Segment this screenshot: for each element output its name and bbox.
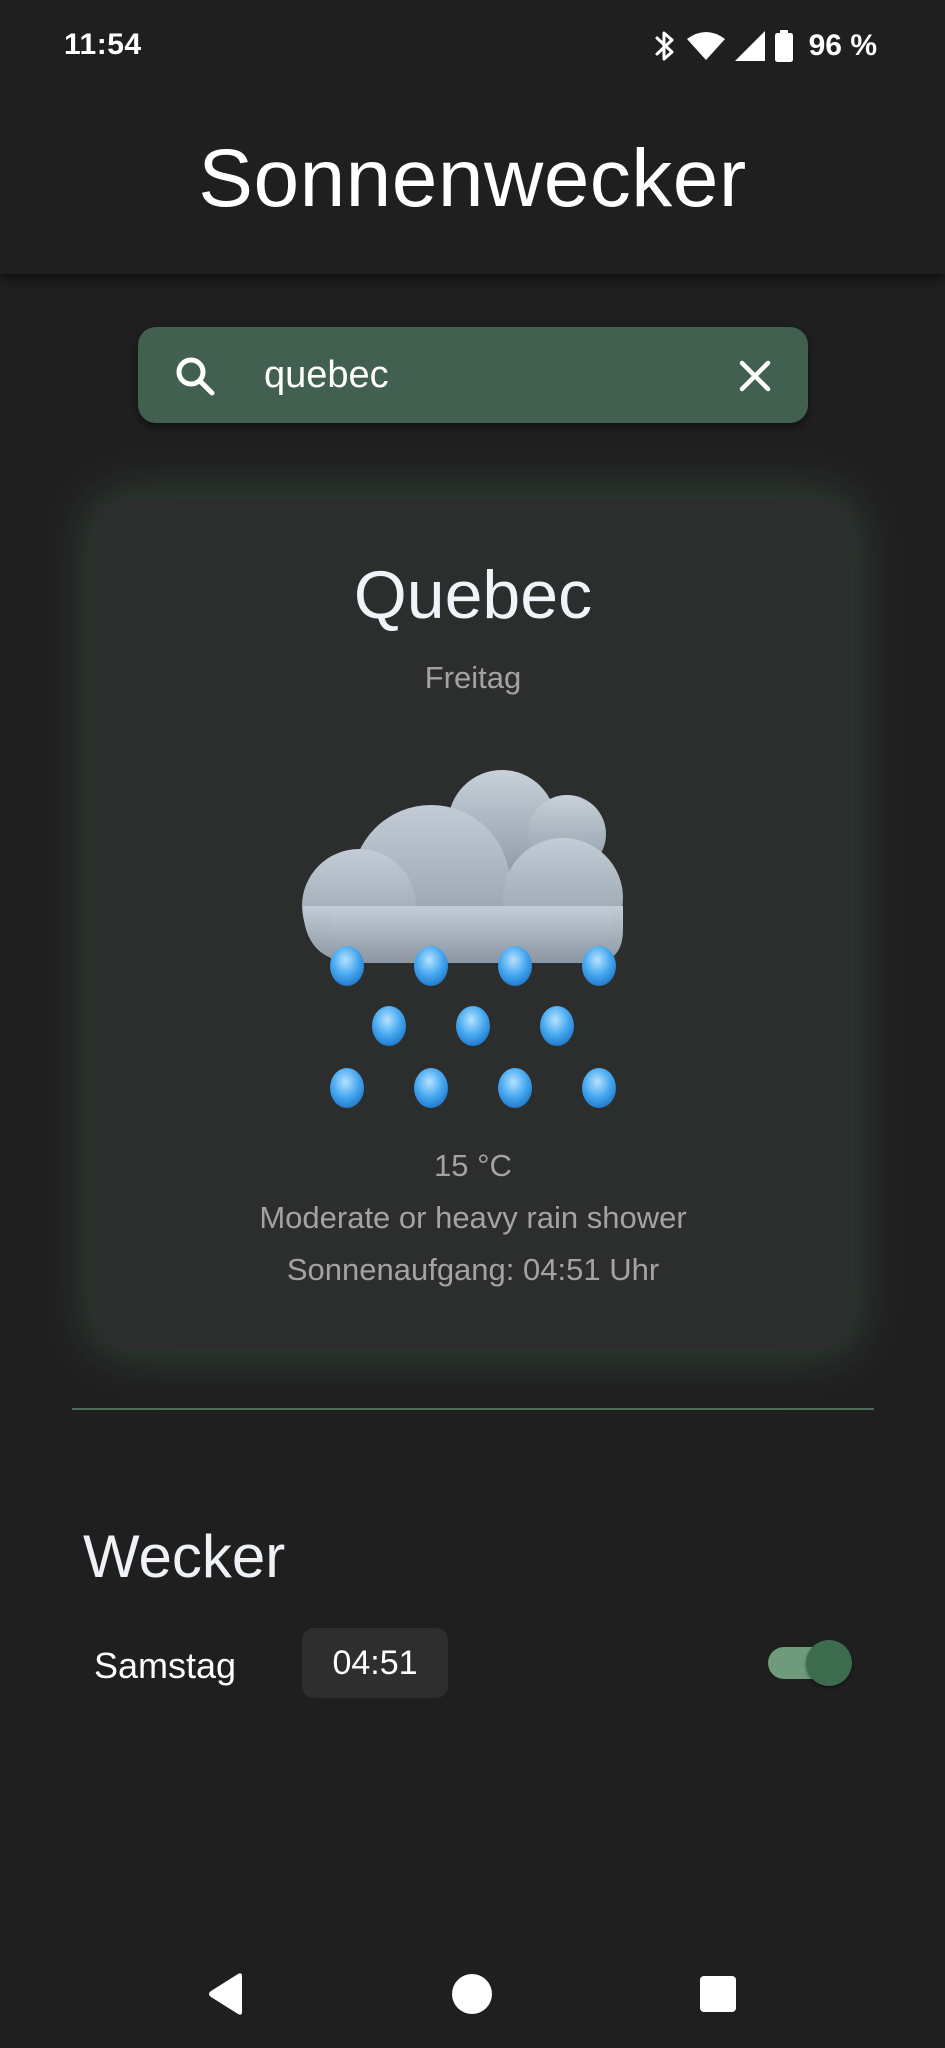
alarm-heading: Wecker	[83, 1523, 286, 1590]
search-input[interactable]	[264, 345, 704, 405]
recents-icon[interactable]	[700, 1976, 736, 2012]
weather-condition: Moderate or heavy rain shower	[259, 1200, 687, 1235]
weather-card: Quebec Freitag 15 °C Moderate or heavy r…	[95, 500, 851, 1348]
app-title: Sonnenwecker	[198, 133, 747, 224]
alarm-time-button[interactable]: 04:51	[302, 1628, 448, 1698]
close-icon[interactable]	[738, 359, 772, 393]
alarm-toggle[interactable]	[768, 1640, 852, 1686]
back-icon[interactable]	[206, 1972, 246, 2016]
toggle-thumb	[806, 1640, 852, 1686]
weather-day: Freitag	[424, 660, 522, 695]
cell-signal-icon	[734, 31, 765, 61]
app-bar: Sonnenwecker	[0, 96, 945, 274]
bluetooth-icon	[655, 31, 674, 61]
divider	[72, 1408, 874, 1410]
status-time: 11:54	[64, 28, 142, 61]
search-icon[interactable]	[174, 355, 216, 397]
sunrise-time: Sonnenaufgang: 04:51 Uhr	[286, 1252, 660, 1287]
search-bar[interactable]	[138, 327, 808, 423]
city-name: Quebec	[353, 557, 593, 633]
battery-icon	[774, 30, 793, 62]
temperature: 15 °C	[434, 1148, 512, 1183]
rain-cloud-icon	[302, 770, 623, 1108]
home-icon[interactable]	[452, 1974, 492, 2014]
status-bar: 11:54 96 %	[0, 0, 945, 96]
alarm-day: Samstag	[94, 1645, 237, 1686]
wifi-icon	[686, 32, 725, 60]
battery-percent: 96 %	[808, 29, 877, 62]
status-icons: 96 %	[653, 28, 877, 64]
